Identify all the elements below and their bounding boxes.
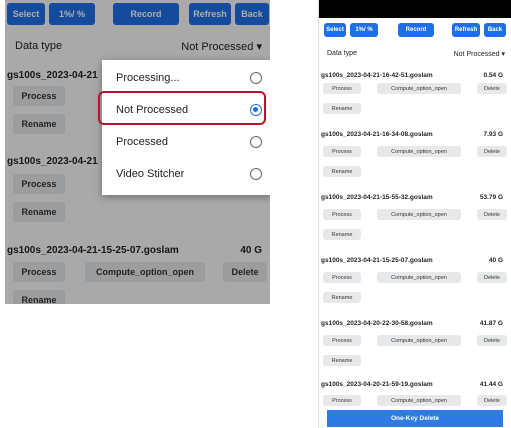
- one-key-delete-button[interactable]: One-Key Delete: [327, 410, 503, 427]
- compute-option-button[interactable]: Compute_option_open: [377, 272, 461, 283]
- radio-unchecked-icon[interactable]: [250, 136, 262, 148]
- file-size: 40 G: [488, 257, 503, 264]
- delete-button[interactable]: Delete: [477, 395, 507, 406]
- list-item: gs100s_2023-04-21-16-34-08.goslam 7.93 G…: [319, 131, 511, 189]
- chevron-down-icon: ▾: [501, 51, 505, 58]
- refresh-button[interactable]: Refresh: [452, 23, 480, 37]
- list-item: gs100s_2023-04-21-15-25-07.goslam 40 G P…: [319, 257, 511, 315]
- file-name: gs100s_2023-04-21-16-34-08.goslam: [321, 131, 433, 138]
- data-type-dialog: Processing... Not Processed Processed Vi…: [98, 60, 270, 195]
- rename-button[interactable]: Rename: [323, 229, 361, 240]
- compute-option-button[interactable]: Compute_option_open: [377, 209, 461, 220]
- process-button[interactable]: Process: [323, 272, 361, 283]
- list-item: gs100s_2023-04-21-15-55-32.goslam 53.79 …: [319, 194, 511, 252]
- delete-button[interactable]: Delete: [477, 209, 507, 220]
- data-type-filter[interactable]: Data type Not Processed ▾: [319, 48, 511, 62]
- rename-button[interactable]: Rename: [323, 103, 361, 114]
- process-button[interactable]: Process: [323, 395, 361, 406]
- rename-button[interactable]: Rename: [323, 292, 361, 303]
- compute-option-button[interactable]: Compute_option_open: [377, 83, 461, 94]
- file-name: gs100s_2023-04-21-15-55-32.goslam: [321, 194, 433, 201]
- option-not-processed[interactable]: Not Processed: [98, 91, 270, 126]
- ratio-button[interactable]: 1%/ %: [350, 23, 378, 37]
- status-bar: [319, 0, 511, 18]
- list-item: gs100s_2023-04-20-22-30-58.goslam 41.87 …: [319, 320, 511, 378]
- delete-button[interactable]: Delete: [477, 335, 507, 346]
- compute-option-button[interactable]: Compute_option_open: [377, 335, 461, 346]
- process-button[interactable]: Process: [323, 209, 361, 220]
- delete-button[interactable]: Delete: [477, 146, 507, 157]
- file-size: 41.87 G: [479, 320, 503, 327]
- data-type-label: Data type: [327, 50, 357, 57]
- record-button[interactable]: Record: [398, 23, 434, 37]
- file-size: 7.93 G: [483, 131, 503, 138]
- compute-option-button[interactable]: Compute_option_open: [377, 146, 461, 157]
- right-screenshot: Select 1%/ % Record Refresh Back Data ty…: [318, 0, 511, 428]
- process-button[interactable]: Process: [323, 146, 361, 157]
- list-item: gs100s_2023-04-20-21-59-19.goslam 41.44 …: [319, 381, 511, 409]
- back-button[interactable]: Back: [484, 23, 506, 37]
- file-name: gs100s_2023-04-21-16-42-51.goslam: [321, 72, 433, 79]
- data-type-value[interactable]: Not Processed ▾: [454, 50, 505, 58]
- delete-button[interactable]: Delete: [477, 272, 507, 283]
- file-size: 41.44 G: [479, 381, 503, 388]
- compute-option-button[interactable]: Compute_option_open: [377, 395, 461, 406]
- process-button[interactable]: Process: [323, 335, 361, 346]
- rename-button[interactable]: Rename: [323, 166, 361, 177]
- option-processed[interactable]: Processed: [102, 128, 270, 158]
- option-processing[interactable]: Processing...: [102, 64, 270, 94]
- file-name: gs100s_2023-04-20-21-59-19.goslam: [321, 381, 433, 388]
- file-size: 0.54 G: [483, 72, 503, 79]
- select-button[interactable]: Select: [324, 23, 346, 37]
- radio-checked-icon[interactable]: [250, 104, 262, 116]
- left-screenshot: Select 1%/ % Record Refresh Back Data ty…: [5, 0, 270, 304]
- list-item: gs100s_2023-04-21-16-42-51.goslam 0.54 G…: [319, 72, 511, 130]
- file-name: gs100s_2023-04-20-22-30-58.goslam: [321, 320, 433, 327]
- rename-button[interactable]: Rename: [323, 355, 361, 366]
- file-name: gs100s_2023-04-21-15-25-07.goslam: [321, 257, 433, 264]
- delete-button[interactable]: Delete: [477, 83, 507, 94]
- file-size: 53.79 G: [479, 194, 503, 201]
- radio-unchecked-icon[interactable]: [250, 168, 262, 180]
- process-button[interactable]: Process: [323, 83, 361, 94]
- option-video-stitcher[interactable]: Video Stitcher: [102, 160, 270, 190]
- radio-unchecked-icon[interactable]: [250, 72, 262, 84]
